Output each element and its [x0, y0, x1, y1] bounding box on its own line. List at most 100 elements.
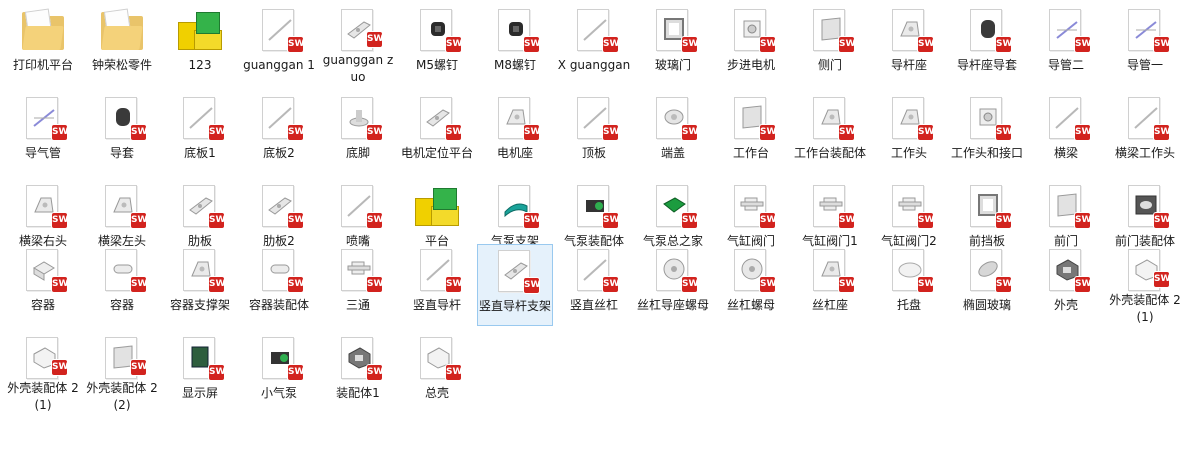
file-thumbnail: SW — [413, 6, 462, 54]
assembly-icon — [178, 12, 222, 50]
file-label: 竖直导杆 — [412, 298, 461, 312]
file-thumbnail: SW — [649, 246, 698, 294]
file-item[interactable]: SW 端盖 — [635, 92, 711, 174]
file-item[interactable]: SW 工作台 — [713, 92, 789, 174]
folder-icon — [22, 8, 64, 50]
file-item[interactable]: SW 导杆座导套 — [949, 4, 1025, 86]
file-item[interactable]: SW 容器支撑架 — [162, 244, 238, 326]
folder-icon — [101, 8, 143, 50]
file-item[interactable]: SW 小气泵 — [241, 332, 317, 414]
file-item[interactable]: SW M5螺钉 — [399, 4, 475, 86]
file-item[interactable]: SW 丝杠导座螺母 — [635, 244, 711, 326]
file-thumbnail: SW — [806, 94, 855, 142]
solidworks-badge-icon: SW — [996, 37, 1012, 52]
file-thumbnail: SW — [649, 182, 698, 230]
file-item[interactable]: SW guanggan zuo — [320, 4, 396, 86]
file-thumbnail: SW — [570, 6, 619, 54]
file-label: 显示屏 — [181, 386, 218, 400]
file-item[interactable]: SW 装配体1 — [320, 332, 396, 414]
file-item[interactable]: SW 显示屏 — [162, 332, 238, 414]
file-thumbnail: SW — [491, 94, 540, 142]
file-item[interactable]: SW 外壳 — [1028, 244, 1104, 326]
file-item[interactable]: SW 工作头和接口 — [949, 92, 1025, 174]
solidworks-badge-icon: SW — [1154, 125, 1170, 140]
file-item[interactable]: SW 外壳装配体 2 (2) — [84, 332, 160, 414]
file-label: 容器 — [30, 298, 55, 312]
file-item[interactable]: SW 底脚 — [320, 92, 396, 174]
file-item[interactable]: SW 底板1 — [162, 92, 238, 174]
file-thumbnail: SW — [334, 182, 383, 230]
file-item[interactable]: SW 总壳 — [399, 332, 475, 414]
file-item[interactable]: SW 底板2 — [241, 92, 317, 174]
file-label: 导套 — [109, 146, 134, 160]
file-item[interactable]: SW 导杆座 — [871, 4, 947, 86]
solidworks-badge-icon: SW — [603, 37, 619, 52]
file-item[interactable]: SW 导管二 — [1028, 4, 1104, 86]
file-item[interactable]: SW 竖直导杆 — [399, 244, 475, 326]
file-thumbnail: SW — [334, 334, 383, 382]
file-item[interactable]: SW 侧门 — [792, 4, 868, 86]
solidworks-badge-icon: SW — [682, 37, 698, 52]
file-item[interactable]: SW 丝杠座 — [792, 244, 868, 326]
file-thumbnail: SW — [19, 182, 68, 230]
file-item[interactable]: SW 步进电机 — [713, 4, 789, 86]
file-item[interactable]: SW 导套 — [84, 92, 160, 174]
file-item[interactable]: SW 外壳装配体 2 (1) — [1107, 244, 1183, 326]
solidworks-badge-icon: SW — [288, 125, 304, 140]
file-label: M8螺钉 — [494, 58, 536, 72]
file-label: 工作头和接口 — [950, 146, 1023, 160]
file-label: 工作头 — [890, 146, 927, 160]
file-item[interactable]: SW 竖直导杆支架 — [477, 244, 553, 326]
file-label: 电机定位平台 — [400, 146, 473, 160]
solidworks-badge-icon: SW — [1154, 272, 1170, 287]
file-thumbnail: SW — [1121, 94, 1170, 142]
solidworks-badge-icon: SW — [446, 125, 462, 140]
file-label: 外壳装配体 2 (1) — [1109, 293, 1181, 324]
file-item[interactable]: SW 横梁工作头 — [1107, 92, 1183, 174]
solidworks-badge-icon: SW — [524, 213, 540, 228]
file-item[interactable]: SW 容器装配体 — [241, 244, 317, 326]
solidworks-badge-icon: SW — [918, 125, 934, 140]
file-item[interactable]: SW 外壳装配体 2 (1) — [5, 332, 81, 414]
file-item[interactable]: SW 电机座 — [477, 92, 553, 174]
solidworks-badge-icon: SW — [1075, 125, 1091, 140]
file-item[interactable]: 钟荣松零件 — [84, 4, 160, 86]
file-thumbnail: SW — [885, 94, 934, 142]
file-thumbnail: SW — [413, 246, 462, 294]
solidworks-badge-icon: SW — [918, 37, 934, 52]
file-item[interactable]: SW 顶板 — [556, 92, 632, 174]
file-label: 竖直导杆支架 — [478, 299, 551, 313]
file-thumbnail — [19, 6, 67, 54]
file-item[interactable]: SW 工作头 — [871, 92, 947, 174]
file-label: 丝杠螺母 — [726, 298, 775, 312]
file-icon-grid: 打印机平台 钟荣松零件 123 SW guanggan 1 SW guanggan zuo S… — [0, 0, 1184, 464]
file-item[interactable]: SW guanggan 1 — [241, 4, 317, 86]
file-label: 顶板 — [581, 146, 606, 160]
file-item[interactable]: SW 容器 — [84, 244, 160, 326]
file-item[interactable]: 打印机平台 — [5, 4, 81, 86]
file-item[interactable]: SW 托盘 — [871, 244, 947, 326]
file-label: 横梁工作头 — [1114, 146, 1175, 160]
file-thumbnail: SW — [491, 247, 540, 295]
file-label: 竖直丝杠 — [569, 298, 618, 312]
file-item[interactable]: SW 玻璃门 — [635, 4, 711, 86]
file-label: 小气泵 — [260, 386, 297, 400]
file-item[interactable]: SW 工作台装配体 — [792, 92, 868, 174]
file-label: 打印机平台 — [12, 58, 73, 72]
file-item[interactable]: SW 竖直丝杠 — [556, 244, 632, 326]
file-item[interactable]: SW 电机定位平台 — [399, 92, 475, 174]
file-item[interactable]: SW 导气管 — [5, 92, 81, 174]
solidworks-badge-icon: SW — [288, 365, 304, 380]
file-item[interactable]: SW M8螺钉 — [477, 4, 553, 86]
file-thumbnail: SW — [334, 6, 383, 51]
file-item[interactable]: SW X guanggan — [556, 4, 632, 86]
file-item[interactable]: SW 椭圆玻璃 — [949, 244, 1025, 326]
file-item[interactable]: SW 横梁 — [1028, 92, 1104, 174]
file-item[interactable]: SW 丝杠螺母 — [713, 244, 789, 326]
file-item[interactable]: SW 容器 — [5, 244, 81, 326]
file-item[interactable]: SW 导管一 — [1107, 4, 1183, 86]
file-item[interactable]: 123 — [162, 4, 238, 86]
file-label: 装配体1 — [336, 386, 380, 400]
file-item[interactable]: SW 三通 — [320, 244, 396, 326]
file-label: 步进电机 — [726, 58, 775, 72]
